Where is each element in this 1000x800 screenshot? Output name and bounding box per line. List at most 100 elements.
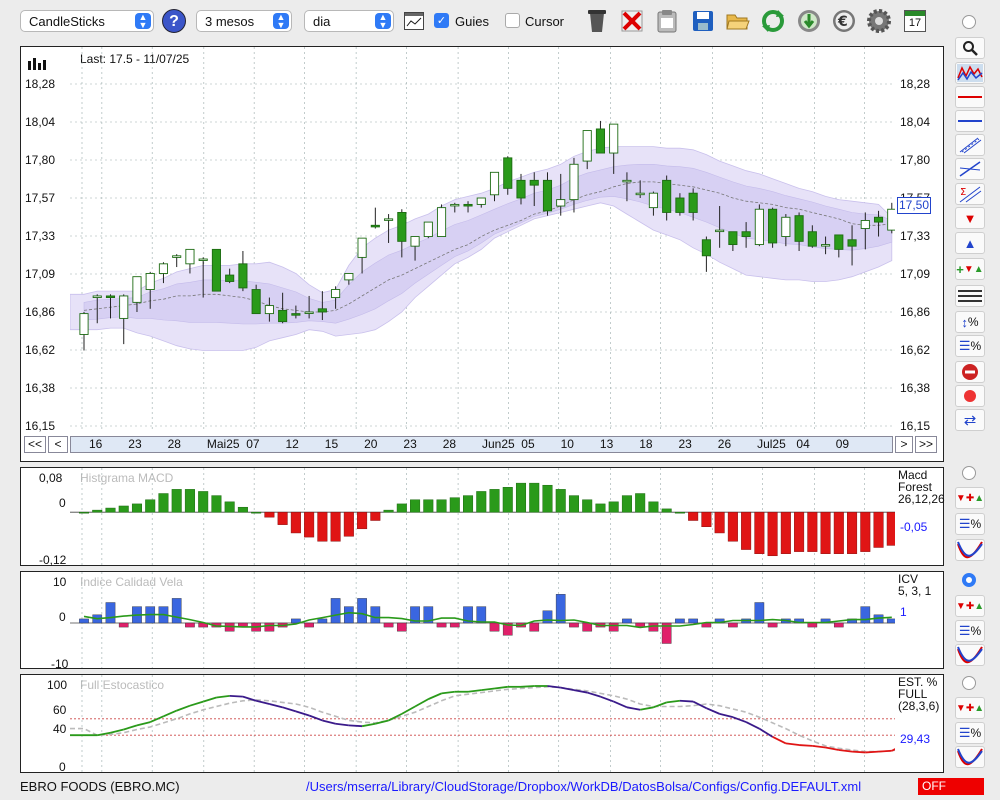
cursor-label: Cursor xyxy=(525,14,565,29)
lines-list-icon[interactable] xyxy=(955,285,985,307)
macd-bar xyxy=(820,511,831,554)
candle-body xyxy=(251,289,261,315)
icv-bar xyxy=(185,622,195,628)
arrows-updown-icon[interactable]: ▼ ✚ ▲ xyxy=(955,595,985,617)
price-ytick-left: 17,57 xyxy=(25,191,56,205)
icv-ytick: -10 xyxy=(51,657,69,671)
icv-bar xyxy=(105,602,116,624)
stoch-ytick: 40 xyxy=(53,722,67,736)
date-axis[interactable]: 16 23 28 Mai25 07 12 15 20 23 28 Jun25 05 10 13 18 23 26… xyxy=(70,436,893,453)
icv-bar xyxy=(171,598,182,624)
date-tick: Jul25 xyxy=(757,437,786,451)
nav-next-button[interactable]: > xyxy=(895,436,913,453)
guides-checkbox[interactable]: ✓ xyxy=(434,13,449,28)
arrows-updown-icon[interactable]: ▼ ✚ ▲ xyxy=(955,697,985,719)
candle-body xyxy=(542,179,553,212)
candle-body xyxy=(225,274,235,282)
channel-tool-icon[interactable] xyxy=(955,134,985,156)
lines-percent-icon[interactable]: ☰% xyxy=(955,335,985,357)
macd-bar xyxy=(171,489,182,513)
macd-radio[interactable] xyxy=(962,466,976,480)
candle-body xyxy=(304,311,314,314)
candle-body xyxy=(635,192,645,196)
icv-bar xyxy=(264,622,275,632)
price-ytick-left: 16,15 xyxy=(25,419,56,433)
nav-first-button[interactable]: << xyxy=(24,436,46,453)
lines-percent-icon[interactable]: ☰% xyxy=(955,722,985,744)
help-icon[interactable]: ? xyxy=(162,9,186,33)
scale-percent-icon[interactable]: ↕% xyxy=(955,311,985,333)
candle-body xyxy=(185,248,195,265)
lines-percent-icon[interactable]: ☰% xyxy=(955,620,985,642)
stochastic-k-segment xyxy=(626,706,641,711)
price-ytick-right: 16,15 xyxy=(900,419,931,433)
chart-window-icon[interactable] xyxy=(404,12,424,30)
refresh-icon[interactable] xyxy=(758,6,788,36)
macd-bar xyxy=(184,489,195,513)
candle-body xyxy=(397,212,407,242)
save-icon[interactable] xyxy=(688,6,718,36)
macd-info: Macd Forest 26,12,26 xyxy=(898,469,945,505)
sync-icon[interactable]: ⇄ xyxy=(955,409,985,431)
candle-body xyxy=(105,295,116,298)
delete-icon[interactable] xyxy=(617,6,647,36)
macd-ytick: 0,08 xyxy=(39,471,63,485)
cursor-checkbox[interactable] xyxy=(505,13,520,28)
price-ytick-right: 16,38 xyxy=(900,381,931,395)
zoom-icon[interactable] xyxy=(955,37,985,59)
red-line-icon[interactable] xyxy=(955,86,985,108)
stochastic-chart[interactable] xyxy=(70,675,895,772)
add-remove-icon[interactable]: + ▼ ▲ xyxy=(955,258,985,280)
no-entry-icon[interactable] xyxy=(955,361,985,383)
stochastic-k-segment xyxy=(467,689,482,693)
blue-line-icon[interactable] xyxy=(955,110,985,132)
record-icon[interactable] xyxy=(955,385,985,407)
candle-body xyxy=(476,197,486,205)
stochastic-radio[interactable] xyxy=(962,676,976,690)
open-folder-icon[interactable] xyxy=(723,6,753,36)
macd-ytick: -0,12 xyxy=(39,553,67,567)
settings-icon[interactable] xyxy=(864,6,894,36)
macd-bar xyxy=(370,511,381,521)
calendar-icon[interactable]: 17 xyxy=(900,6,930,36)
indicator-curve-icon[interactable] xyxy=(955,539,985,561)
arrow-down-icon[interactable]: ▼ xyxy=(955,207,985,229)
stochastic-k-segment xyxy=(348,724,363,728)
chart-type-select[interactable]: CandleSticks ▲ ▼ xyxy=(20,10,154,32)
nav-prev-button[interactable]: < xyxy=(48,436,68,453)
status-off-badge[interactable]: OFF xyxy=(918,778,984,795)
euro-icon[interactable]: € xyxy=(829,6,859,36)
candle-body xyxy=(529,179,539,186)
config-path-link[interactable]: /Users/mserra/Library/CloudStorage/Dropb… xyxy=(306,779,861,794)
download-icon[interactable] xyxy=(794,6,824,36)
arrow-up-icon[interactable]: ▲ xyxy=(955,232,985,254)
macd-bar xyxy=(661,508,672,513)
sigma-tool-icon[interactable]: Σ xyxy=(955,183,985,205)
macd-bar xyxy=(780,511,791,554)
icv-chart[interactable] xyxy=(70,572,895,668)
trend-line-icon[interactable] xyxy=(955,158,985,180)
indicator-curve-icon[interactable] xyxy=(955,746,985,768)
icv-radio[interactable] xyxy=(962,573,976,587)
date-tick: 09 xyxy=(835,437,850,451)
lines-percent-icon[interactable]: ☰% xyxy=(955,513,985,535)
trash-icon[interactable] xyxy=(582,6,612,36)
macd-bar xyxy=(145,499,156,513)
arrows-updown-icon[interactable]: ▼ ✚ ▲ xyxy=(955,487,985,509)
nav-last-button[interactable]: >> xyxy=(915,436,937,453)
candle-body xyxy=(582,130,592,162)
main-panel-radio[interactable] xyxy=(962,15,976,29)
date-tick: 12 xyxy=(285,437,299,451)
period-select[interactable]: 3 mesos ▲ ▼ xyxy=(196,10,292,32)
stochastic-k-segment xyxy=(865,750,879,754)
indicator-curve-icon[interactable] xyxy=(955,644,985,666)
price-chart-icon[interactable] xyxy=(955,62,985,84)
price-chart[interactable] xyxy=(70,47,895,431)
candle-body xyxy=(701,239,711,257)
macd-bar xyxy=(237,506,248,513)
clipboard-icon[interactable] xyxy=(652,6,682,36)
interval-select[interactable]: dia ▲ ▼ xyxy=(304,10,394,32)
macd-bar xyxy=(198,491,209,513)
icv-panel: Indice Calidad Vela 10 0 -10 ICV 5, 3, 1… xyxy=(20,571,944,671)
macd-chart[interactable] xyxy=(70,468,895,565)
